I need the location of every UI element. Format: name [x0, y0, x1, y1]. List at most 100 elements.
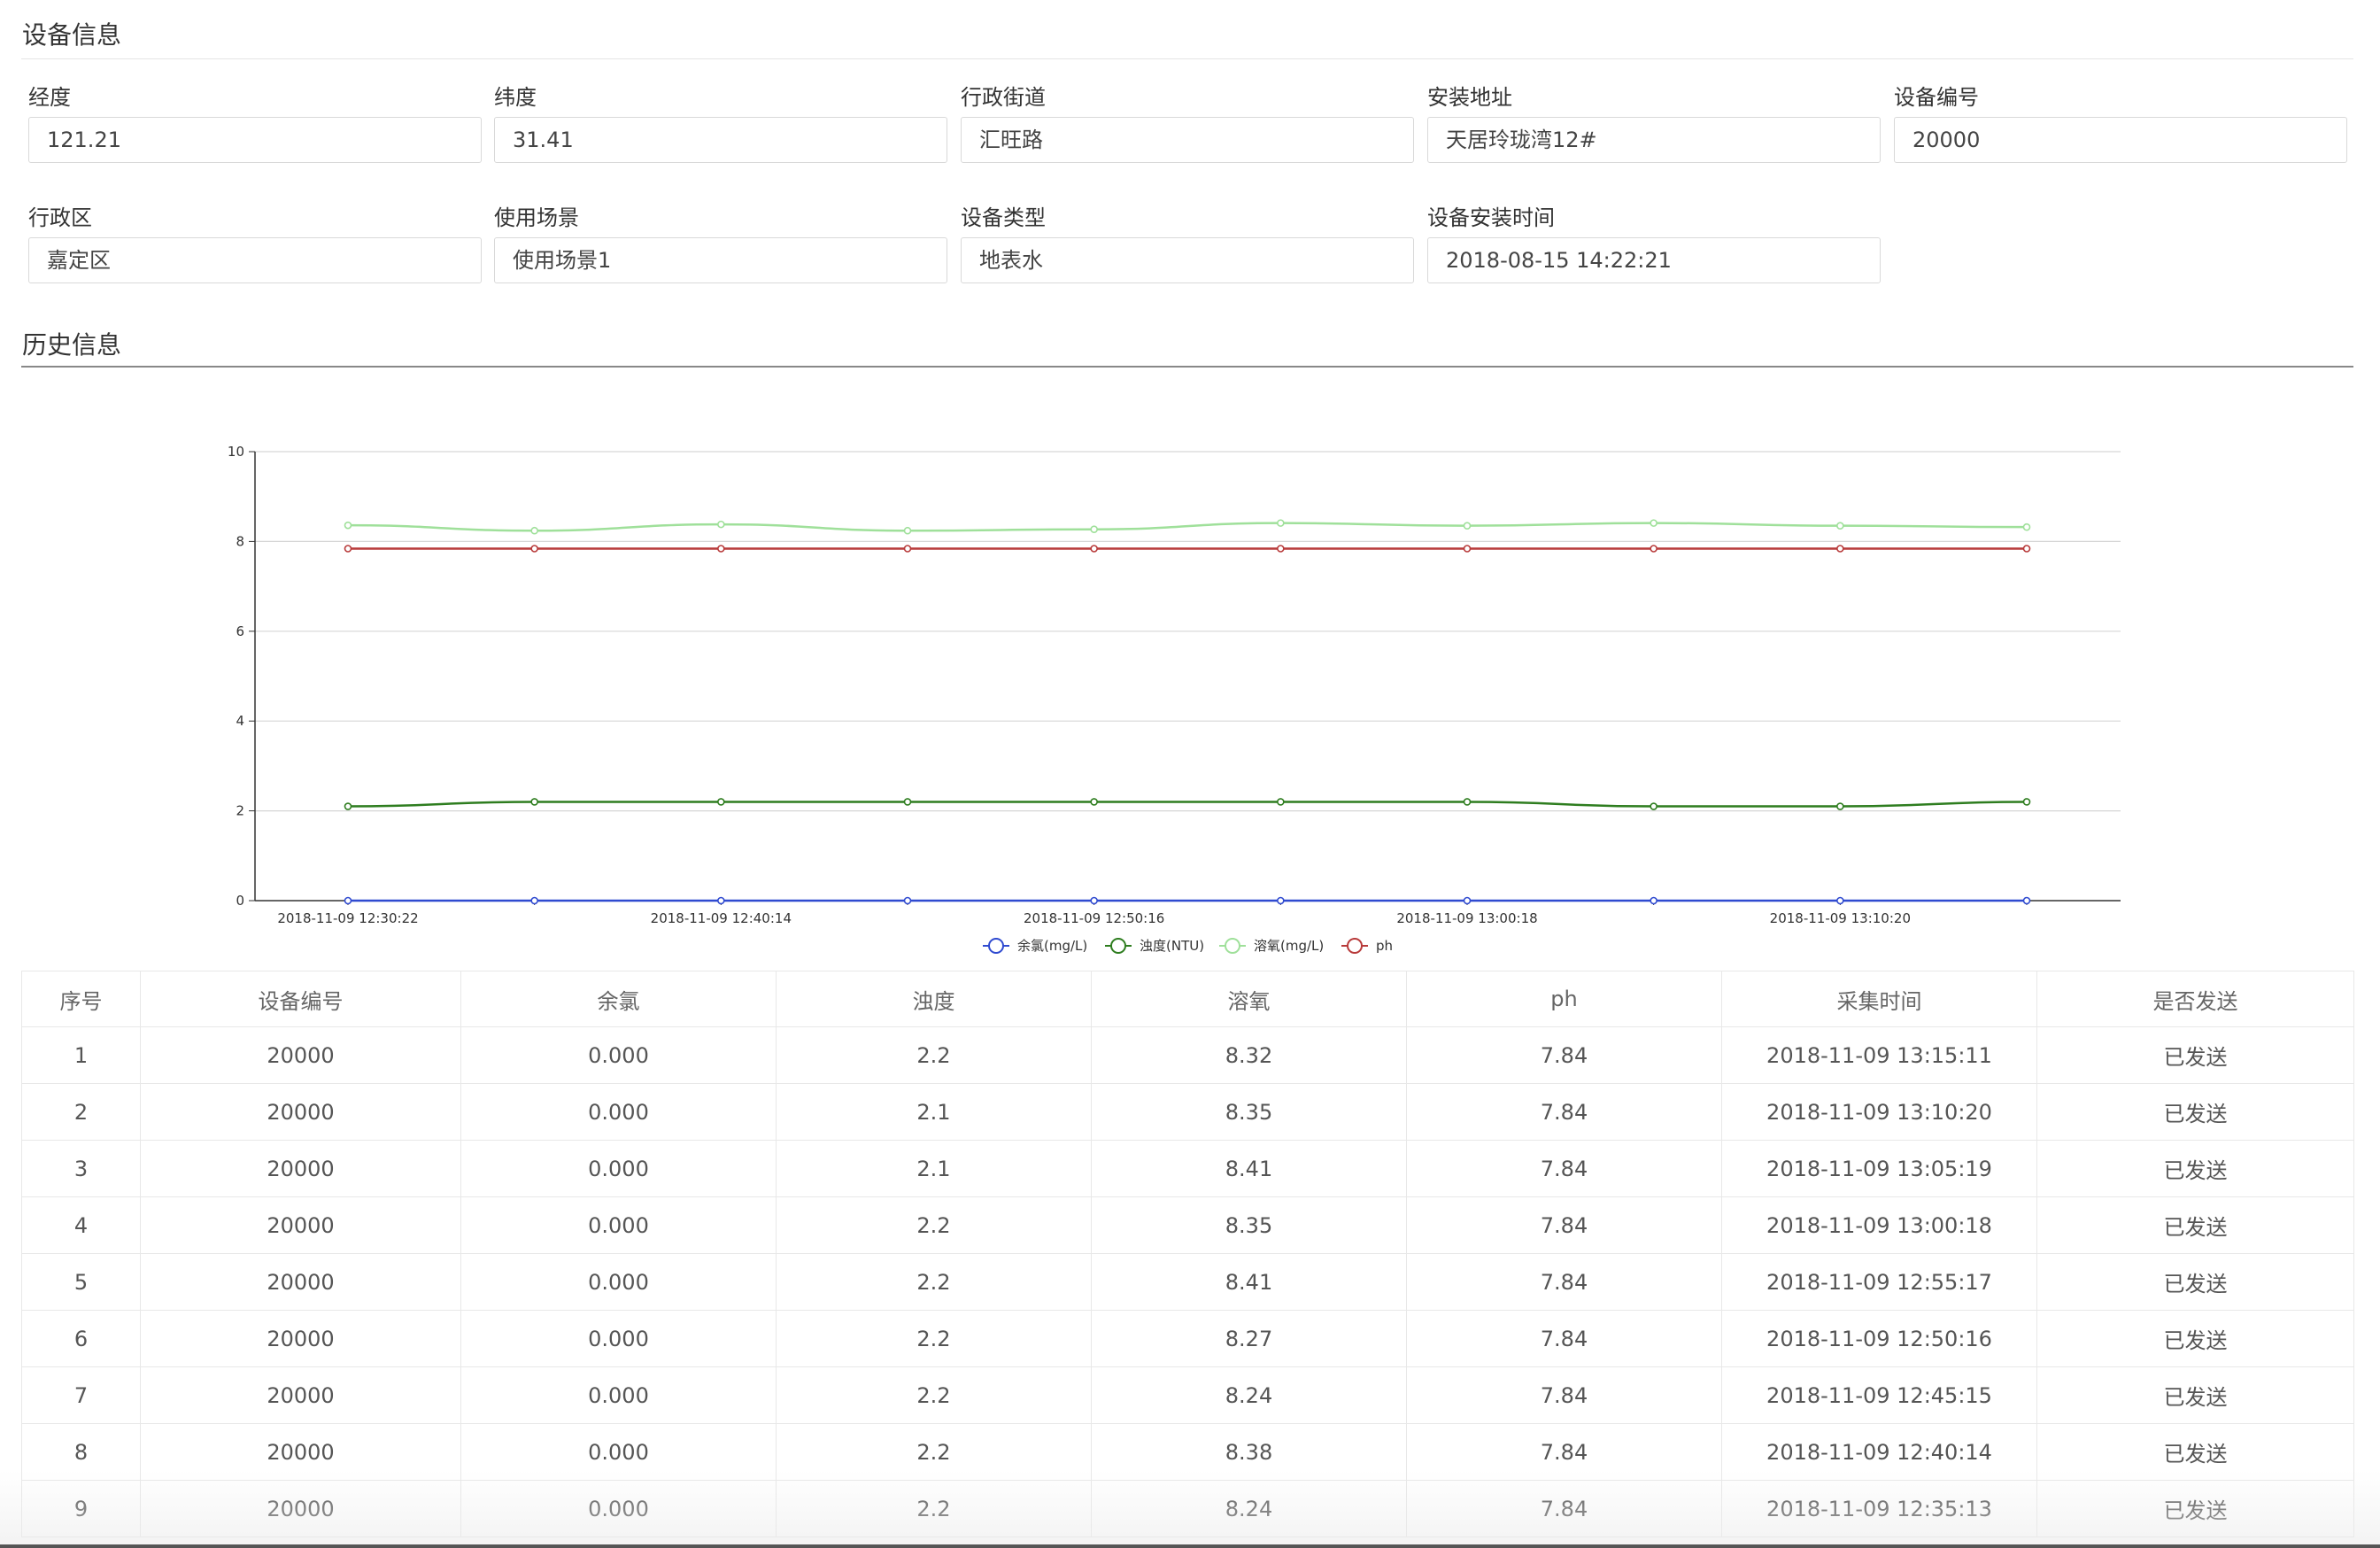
- legend-item-2[interactable]: 溶氧(mg/L): [1219, 938, 1324, 954]
- cell-index: 5: [21, 1253, 141, 1311]
- chart-legend[interactable]: 余氯(mg/L) 浊度(NTU) 溶氧(mg/L) ph: [983, 938, 1393, 954]
- cell-chlorine: 0.000: [460, 1253, 777, 1311]
- series-point-2[interactable]: [1090, 525, 1098, 534]
- legend-marker: [1225, 938, 1240, 954]
- series-point-3[interactable]: [1836, 545, 1844, 553]
- device-type-field[interactable]: 地表水: [961, 237, 1414, 283]
- install-time-label: 设备安装时间: [1427, 205, 1555, 230]
- series-point-0[interactable]: [717, 896, 725, 905]
- history-line-chart: 0246810 2018-11-09 12:30:22 2018-11-09 12…: [228, 444, 2121, 954]
- cell-sent: 已发送: [2036, 1083, 2354, 1141]
- series-point-2[interactable]: [717, 520, 725, 529]
- series-point-3[interactable]: [1090, 545, 1098, 553]
- cell-oxygen: 8.24: [1091, 1480, 1407, 1537]
- cell-sent: 已发送: [2036, 1140, 2354, 1197]
- latitude-field[interactable]: 31.41: [494, 117, 947, 163]
- table-row[interactable]: 7 20000 0.000 2.2 8.24 7.84 2018-11-09 12:45:1…: [21, 1366, 2354, 1424]
- legend-item-1[interactable]: 浊度(NTU): [1105, 938, 1204, 954]
- cell-device-id: 20000: [140, 1026, 461, 1084]
- col-header-index[interactable]: 序号: [21, 971, 141, 1027]
- legend-marker: [988, 938, 1004, 954]
- cell-time: 2018-11-09 12:45:15: [1721, 1366, 2037, 1424]
- history-divider: [21, 366, 2353, 368]
- table-row[interactable]: 3 20000 0.000 2.1 8.41 7.84 2018-11-09 13:05:1…: [21, 1140, 2354, 1197]
- series-point-1[interactable]: [1277, 798, 1285, 806]
- col-header-ph[interactable]: ph: [1406, 971, 1722, 1027]
- table-row[interactable]: 1 20000 0.000 2.2 8.32 7.84 2018-11-09 13:15:1…: [21, 1026, 2354, 1084]
- device-id-field[interactable]: 20000: [1894, 117, 2347, 163]
- series-point-0[interactable]: [1277, 896, 1285, 905]
- cell-index: 1: [21, 1026, 141, 1084]
- series-point-2[interactable]: [2022, 522, 2031, 531]
- series-point-3[interactable]: [1277, 545, 1285, 553]
- legend-item-3[interactable]: ph: [1341, 938, 1393, 954]
- table-row[interactable]: 8 20000 0.000 2.2 8.38 7.84 2018-11-09 12:40:1…: [21, 1423, 2354, 1481]
- series-point-1[interactable]: [903, 798, 912, 806]
- col-header-sent[interactable]: 是否发送: [2036, 971, 2354, 1027]
- series-point-0[interactable]: [530, 896, 538, 905]
- table-row[interactable]: 4 20000 0.000 2.2 8.35 7.84 2018-11-09 13:00:1…: [21, 1196, 2354, 1254]
- series-point-0[interactable]: [1090, 896, 1098, 905]
- series-point-1[interactable]: [717, 798, 725, 806]
- series-point-2[interactable]: [1463, 522, 1472, 530]
- address-field[interactable]: 天居玲珑湾12#: [1427, 117, 1881, 163]
- series-point-3[interactable]: [903, 545, 912, 553]
- series-point-0[interactable]: [1650, 896, 1658, 905]
- series-point-2[interactable]: [344, 521, 352, 530]
- col-header-device-id[interactable]: 设备编号: [140, 971, 461, 1027]
- series-point-1[interactable]: [1463, 798, 1472, 806]
- install-time-field[interactable]: 2018-08-15 14:22:21: [1427, 237, 1881, 283]
- series-point-1[interactable]: [1836, 802, 1844, 810]
- series-point-2[interactable]: [1650, 519, 1658, 527]
- cell-sent: 已发送: [2036, 1253, 2354, 1311]
- series-point-1[interactable]: [1090, 798, 1098, 806]
- district-field[interactable]: 嘉定区: [28, 237, 482, 283]
- series-point-3[interactable]: [344, 545, 352, 553]
- series-point-0[interactable]: [344, 896, 352, 905]
- series-point-3[interactable]: [1463, 545, 1472, 553]
- table-row[interactable]: 2 20000 0.000 2.1 8.35 7.84 2018-11-09 13:10:2…: [21, 1083, 2354, 1141]
- cell-chlorine: 0.000: [460, 1480, 777, 1537]
- cell-oxygen: 8.27: [1091, 1310, 1407, 1367]
- series-point-1[interactable]: [344, 802, 352, 810]
- cell-index: 4: [21, 1196, 141, 1254]
- longitude-field[interactable]: 121.21: [28, 117, 482, 163]
- series-point-3[interactable]: [530, 545, 538, 553]
- series-point-0[interactable]: [2022, 896, 2031, 905]
- col-header-chlorine[interactable]: 余氯: [460, 971, 777, 1027]
- street-field[interactable]: 汇旺路: [961, 117, 1414, 163]
- series-point-2[interactable]: [1277, 519, 1285, 527]
- series-point-0[interactable]: [1463, 896, 1472, 905]
- series-point-1[interactable]: [2022, 798, 2031, 806]
- col-header-time[interactable]: 采集时间: [1721, 971, 2037, 1027]
- series-point-3[interactable]: [1650, 545, 1658, 553]
- x-tick-label: 2018-11-09 13:00:18: [1396, 910, 1537, 926]
- legend-item-0[interactable]: 余氯(mg/L): [983, 938, 1087, 954]
- cell-time: 2018-11-09 12:40:14: [1721, 1423, 2037, 1481]
- legend-label: 溶氧(mg/L): [1254, 938, 1324, 954]
- series-point-3[interactable]: [717, 545, 725, 553]
- series-point-1[interactable]: [530, 798, 538, 806]
- cell-ph: 7.84: [1406, 1423, 1722, 1481]
- series-point-1[interactable]: [1650, 802, 1658, 810]
- col-header-turbidity[interactable]: 浊度: [776, 971, 1092, 1027]
- cell-oxygen: 8.24: [1091, 1366, 1407, 1424]
- table-row[interactable]: 6 20000 0.000 2.2 8.27 7.84 2018-11-09 12:50:1…: [21, 1310, 2354, 1367]
- cell-index: 7: [21, 1366, 141, 1424]
- cell-chlorine: 0.000: [460, 1310, 777, 1367]
- cell-time: 2018-11-09 13:00:18: [1721, 1196, 2037, 1254]
- table-row[interactable]: 9 20000 0.000 2.2 8.24 7.84 2018-11-09 12:35:1…: [21, 1480, 2354, 1537]
- col-header-oxygen[interactable]: 溶氧: [1091, 971, 1407, 1027]
- legend-label: ph: [1376, 938, 1393, 954]
- cell-sent: 已发送: [2036, 1310, 2354, 1367]
- table-row[interactable]: 5 20000 0.000 2.2 8.41 7.84 2018-11-09 12:55:1…: [21, 1253, 2354, 1311]
- series-point-2[interactable]: [1836, 522, 1844, 530]
- series-point-0[interactable]: [903, 896, 912, 905]
- cell-time: 2018-11-09 13:15:11: [1721, 1026, 2037, 1084]
- series-point-2[interactable]: [903, 526, 912, 535]
- series-point-2[interactable]: [530, 526, 538, 535]
- series-point-3[interactable]: [2022, 545, 2031, 553]
- series-point-0[interactable]: [1836, 896, 1844, 905]
- scenario-field[interactable]: 使用场景1: [494, 237, 947, 283]
- cell-chlorine: 0.000: [460, 1196, 777, 1254]
